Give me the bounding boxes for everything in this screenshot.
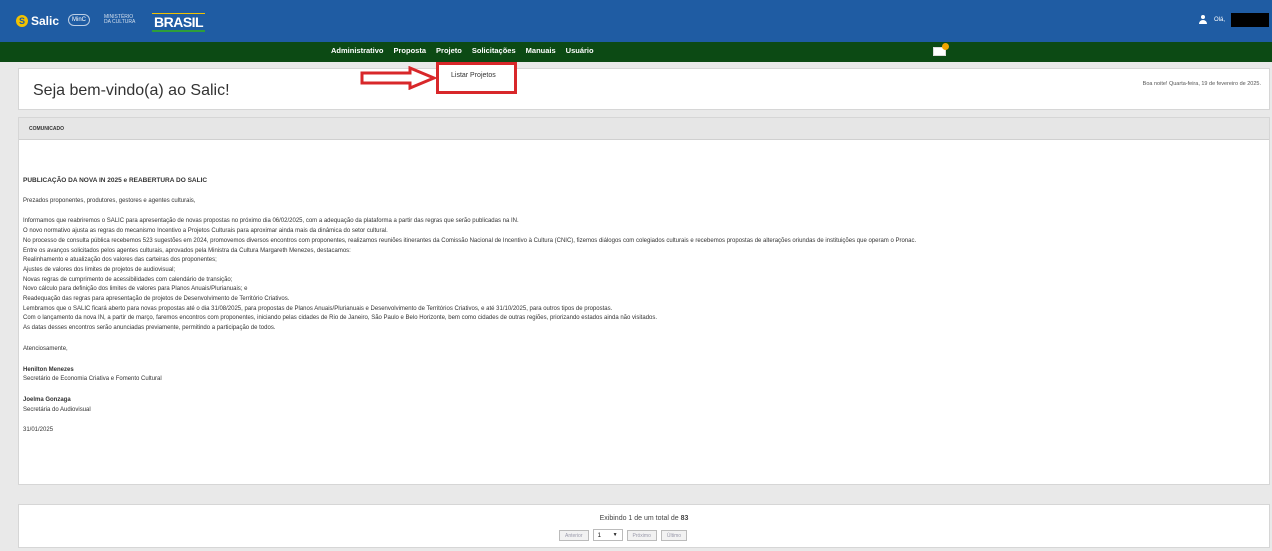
main-menu: Administrativo Proposta Projeto Solicita… (331, 46, 594, 55)
page-select-value: 1 (597, 531, 602, 539)
page-select[interactable]: 1 ▼ (592, 529, 623, 541)
main-nav-bar: Administrativo Proposta Projeto Solicita… (0, 42, 1272, 62)
signer-role: Secretário de Economia Criativa e Foment… (23, 376, 162, 383)
welcome-panel: Seja bem-vindo(a) ao Salic! Boa noite! Q… (18, 68, 1270, 110)
signature-block-2: Joelma Gonzaga Secretária do Audiovisual (23, 396, 1263, 415)
notice-line: Informamos que reabriremos o SALIC para … (23, 218, 519, 225)
date-greeting: Boa noite! Quarta-feira, 19 de fevereiro… (1142, 81, 1261, 87)
user-icon (1198, 15, 1208, 25)
signature-block-1: Henilton Menezes Secretário de Economia … (23, 366, 1263, 385)
notice-panel: COMUNICADO PUBLICAÇÃO DA NOVA IN 2025 e … (18, 117, 1270, 485)
user-greeting: Olá, (1214, 17, 1226, 23)
notice-content: Informamos que reabriremos o SALIC para … (23, 217, 1263, 333)
menu-item-solicitacoes[interactable]: Solicitações (472, 46, 516, 55)
signer-name: Joelma Gonzaga (23, 396, 71, 403)
minc-logo: MINISTÉRIO DA CULTURA (104, 14, 136, 25)
pagination-prefix: Exibindo 1 de um total de (599, 515, 679, 522)
mail-icon[interactable] (933, 43, 949, 56)
last-button[interactable]: Último (660, 529, 688, 541)
notice-line: As datas desses encontros serão anunciad… (23, 325, 276, 332)
next-button[interactable]: Próximo (626, 529, 657, 541)
projeto-dropdown: Listar Projetos (436, 62, 517, 94)
notice-line: Readequação das regras para apresentação… (23, 296, 290, 303)
notice-salutation: Prezados proponentes, produtores, gestor… (23, 197, 196, 204)
pagination-controls: Anterior 1 ▼ Próximo Último (559, 529, 688, 541)
red-arrow-icon (360, 66, 436, 90)
previous-button[interactable]: Anterior (559, 529, 589, 541)
notice-line: Novo cálculo para definição dos limites … (23, 286, 248, 293)
notice-date: 31/01/2025 (23, 427, 54, 434)
menu-item-proposta[interactable]: Proposta (394, 46, 427, 55)
notice-line: No processo de consulta pública recebemo… (23, 237, 917, 244)
menu-item-administrativo[interactable]: Administrativo (331, 46, 384, 55)
salic-logo[interactable]: S Salic (16, 14, 59, 28)
dropdown-item-listar-projetos[interactable]: Listar Projetos (451, 72, 496, 79)
notice-line: Realinhamento e atualização dos valores … (23, 257, 217, 264)
pagination-info: Exibindo 1 de um total de 83 (19, 515, 1269, 522)
menu-item-projeto[interactable]: Projeto (436, 46, 462, 55)
chevron-down-icon: ▼ (612, 532, 618, 538)
notice-line: Novas regras de cumprimento de acessibil… (23, 276, 233, 283)
notice-headline: PUBLICAÇÃO DA NOVA IN 2025 e REABERTURA … (23, 177, 208, 184)
page-title: Seja bem-vindo(a) ao Salic! (33, 82, 230, 99)
top-header-bar: S Salic MinC MINISTÉRIO DA CULTURA BRASI… (0, 0, 1272, 42)
user-menu[interactable]: Olá, (1198, 13, 1270, 27)
menu-item-manuais[interactable]: Manuais (526, 46, 556, 55)
salic-logo-icon: S (16, 15, 28, 27)
gov-logo: MinC (68, 14, 90, 26)
notice-line: Lembramos que o SALIC ficará aberto para… (23, 305, 613, 312)
notice-line: Com o lançamento da nova IN, a partir de… (23, 315, 658, 322)
user-name-redacted (1231, 13, 1270, 27)
brasil-logo: BRASIL (152, 13, 206, 32)
signer-role: Secretária do Audiovisual (23, 406, 91, 413)
signer-name: Henilton Menezes (23, 366, 74, 373)
pagination-panel: Exibindo 1 de um total de 83 Anterior 1 … (18, 504, 1270, 548)
notice-header: COMUNICADO (19, 118, 1269, 140)
pagination-total: 83 (680, 515, 689, 522)
notice-line: Ajustes de valores dos limites de projet… (23, 266, 176, 273)
notice-body: PUBLICAÇÃO DA NOVA IN 2025 e REABERTURA … (23, 176, 1263, 436)
notice-line: O novo normativo ajusta as regras do mec… (23, 228, 388, 235)
menu-item-usuario[interactable]: Usuário (566, 46, 594, 55)
salic-logo-text: Salic (31, 14, 60, 28)
notice-line: Entre os avanços solicitados pelos agent… (23, 247, 351, 254)
notice-closing: Atenciosamente, (23, 345, 68, 352)
